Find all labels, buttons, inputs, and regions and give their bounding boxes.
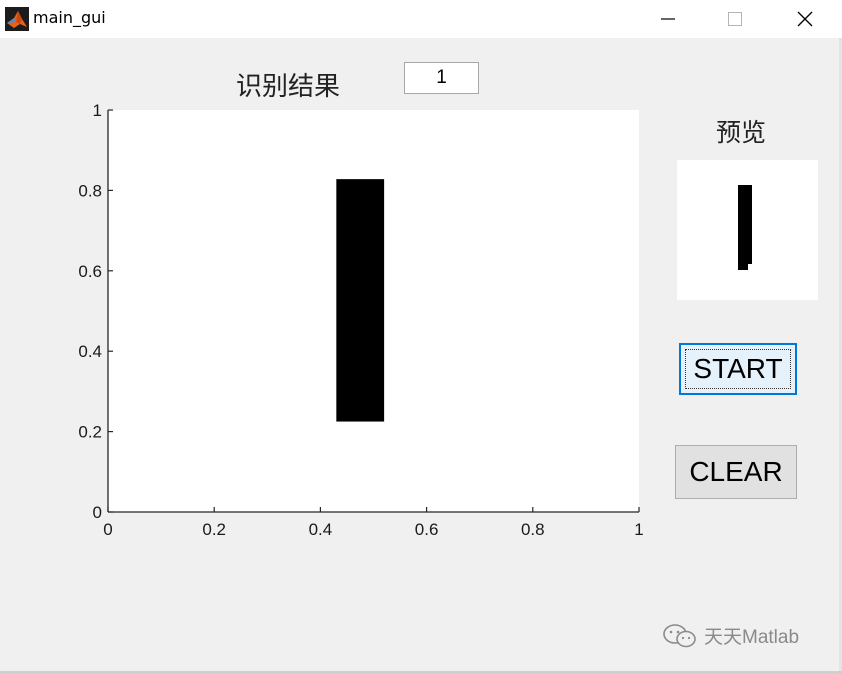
x-tick-label: 1	[634, 520, 643, 539]
start-button[interactable]: START	[679, 343, 797, 395]
preview-label: 预览	[716, 118, 767, 147]
y-tick-label: 1	[93, 101, 102, 120]
preview-image	[677, 160, 818, 300]
x-tick-label: 0.6	[415, 520, 439, 539]
drawn-stroke	[336, 179, 385, 422]
x-tick-label: 0.2	[202, 520, 226, 539]
x-tick-label: 0.8	[521, 520, 545, 539]
clear-button-label: CLEAR	[689, 456, 783, 487]
y-tick-label: 0	[93, 503, 102, 522]
y-tick-label: 0.6	[78, 262, 102, 281]
drawing-axes[interactable]: 0 0.2 0.4 0.6 0.8 1 0 0.2 0.4 0.6 0.8 1	[0, 0, 842, 674]
y-tick-label: 0.8	[78, 181, 102, 200]
y-tick-label: 0.2	[78, 423, 102, 442]
y-tick-label: 0.4	[78, 342, 102, 361]
x-tick-label: 0.4	[309, 520, 333, 539]
clear-button[interactable]: CLEAR	[675, 445, 797, 499]
start-button-label: START	[693, 353, 783, 384]
watermark-text: 天天Matlab	[704, 627, 800, 648]
wechat-icon	[663, 623, 696, 647]
preview-glyph	[738, 185, 752, 270]
x-tick-label: 0	[103, 520, 112, 539]
watermark: 天天Matlab	[662, 622, 799, 649]
